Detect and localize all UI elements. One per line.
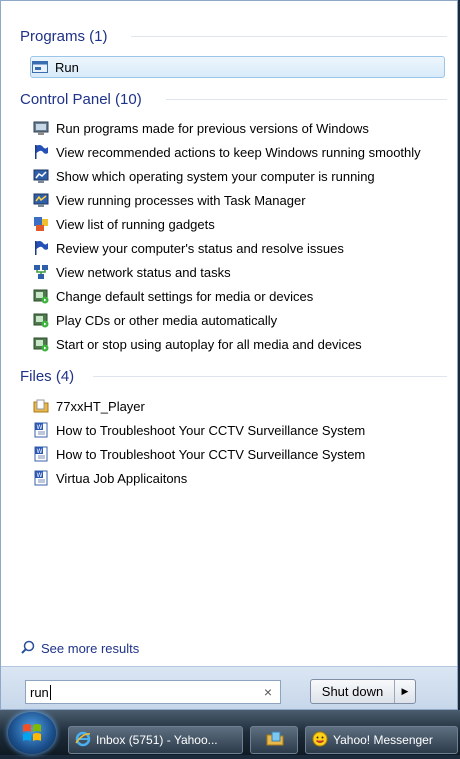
- result-item-file[interactable]: 77xxHT_Player: [32, 395, 447, 417]
- result-label: Start or stop using autoplay for all med…: [56, 336, 362, 352]
- autoplay-icon: [32, 288, 50, 304]
- result-label: How to Troubleshoot Your CCTV Surveillan…: [56, 422, 366, 438]
- search-value: run: [30, 684, 49, 700]
- group-header-control-panel: Control Panel (10): [20, 88, 142, 110]
- shutdown-button[interactable]: Shut down: [311, 680, 395, 703]
- ie-icon: [75, 731, 91, 750]
- result-label: Show which operating system your compute…: [56, 168, 375, 184]
- result-label: Run: [55, 59, 79, 75]
- taskbar: Inbox (5751) - Yahoo... Yahoo! Messenger: [0, 710, 460, 755]
- system-icon: [32, 168, 50, 184]
- compatibility-icon: [32, 120, 50, 136]
- yahoo-messenger-icon: [312, 731, 328, 750]
- result-item-play-cds[interactable]: Play CDs or other media automatically: [32, 309, 447, 331]
- gadgets-icon: [32, 216, 50, 232]
- result-label: View list of running gadgets: [56, 216, 215, 232]
- action-center-flag-icon: [32, 144, 50, 160]
- divider: [166, 99, 447, 100]
- explorer-icon: [266, 731, 284, 750]
- taskbar-button-inbox[interactable]: Inbox (5751) - Yahoo...: [68, 726, 243, 754]
- group-header-programs: Programs (1): [20, 25, 108, 47]
- result-label: View recommended actions to keep Windows…: [56, 144, 421, 160]
- divider: [131, 36, 447, 37]
- task-label: Yahoo! Messenger: [333, 733, 433, 747]
- svg-text:W: W: [37, 472, 43, 479]
- result-label: Run programs made for previous versions …: [56, 120, 369, 136]
- result-label: 77xxHT_Player: [56, 398, 145, 414]
- result-label: Play CDs or other media automatically: [56, 312, 278, 328]
- result-label: Virtua Job Applicaitons: [56, 470, 188, 486]
- search-input[interactable]: run ×: [25, 680, 281, 704]
- result-label: How to Troubleshoot Your CCTV Surveillan…: [56, 446, 366, 462]
- word-document-icon: W: [32, 422, 50, 438]
- result-item-network-status[interactable]: View network status and tasks: [32, 261, 447, 283]
- result-item-file[interactable]: W Virtua Job Applicaitons: [32, 467, 447, 489]
- svg-text:W: W: [37, 448, 43, 455]
- result-item-media-defaults[interactable]: Change default settings for media or dev…: [32, 285, 447, 307]
- start-orb-button[interactable]: [8, 712, 56, 754]
- result-item-gadgets[interactable]: View list of running gadgets: [32, 213, 447, 235]
- network-icon: [32, 264, 50, 280]
- divider: [93, 376, 447, 377]
- result-label: Review your computer's status and resolv…: [56, 240, 344, 256]
- action-center-flag-icon: [32, 240, 50, 256]
- autoplay-icon: [32, 312, 50, 328]
- result-item-compatibility[interactable]: Run programs made for previous versions …: [32, 117, 447, 139]
- result-label: View running processes with Task Manager: [56, 192, 306, 208]
- run-icon: [31, 59, 49, 75]
- group-title: Files (4): [20, 367, 75, 385]
- taskbar-button-yahoo-messenger[interactable]: Yahoo! Messenger: [305, 726, 458, 754]
- word-document-icon: W: [32, 470, 50, 486]
- group-title: Programs (1): [20, 27, 108, 45]
- svg-text:W: W: [37, 424, 43, 431]
- taskbar-button-explorer[interactable]: [250, 726, 298, 754]
- text-caret: [49, 684, 51, 700]
- result-item-file[interactable]: W How to Troubleshoot Your CCTV Surveill…: [32, 443, 447, 465]
- group-title: Control Panel (10): [20, 90, 142, 108]
- shutdown-button-group: Shut down ▶: [310, 679, 416, 704]
- folder-icon: [32, 398, 50, 414]
- group-header-files: Files (4): [20, 365, 74, 387]
- result-label: Change default settings for media or dev…: [56, 288, 314, 304]
- result-item-run[interactable]: Run: [30, 56, 445, 78]
- result-label: View network status and tasks: [56, 264, 231, 280]
- search-bar: run × Shut down ▶: [1, 666, 457, 709]
- task-manager-icon: [32, 192, 50, 208]
- result-item-file[interactable]: W How to Troubleshoot Your CCTV Surveill…: [32, 419, 447, 441]
- result-item-autoplay[interactable]: Start or stop using autoplay for all med…: [32, 333, 447, 355]
- shutdown-options-arrow-icon[interactable]: ▶: [395, 680, 415, 703]
- clear-search-icon[interactable]: ×: [264, 684, 272, 700]
- autoplay-icon: [32, 336, 50, 352]
- result-item-task-manager[interactable]: View running processes with Task Manager: [32, 189, 447, 211]
- result-item-review-status[interactable]: Review your computer's status and resolv…: [32, 237, 447, 259]
- task-label: Inbox (5751) - Yahoo...: [96, 733, 218, 747]
- result-item-recommended-actions[interactable]: View recommended actions to keep Windows…: [32, 141, 447, 163]
- start-menu: Programs (1) Run Control Panel (10) Run …: [0, 0, 458, 710]
- see-more-label: See more results: [41, 640, 140, 656]
- windows-logo-icon: [23, 724, 41, 741]
- see-more-results-link[interactable]: See more results: [21, 637, 139, 659]
- result-item-system-info[interactable]: Show which operating system your compute…: [32, 165, 447, 187]
- word-document-icon: W: [32, 446, 50, 462]
- search-icon: [21, 640, 35, 657]
